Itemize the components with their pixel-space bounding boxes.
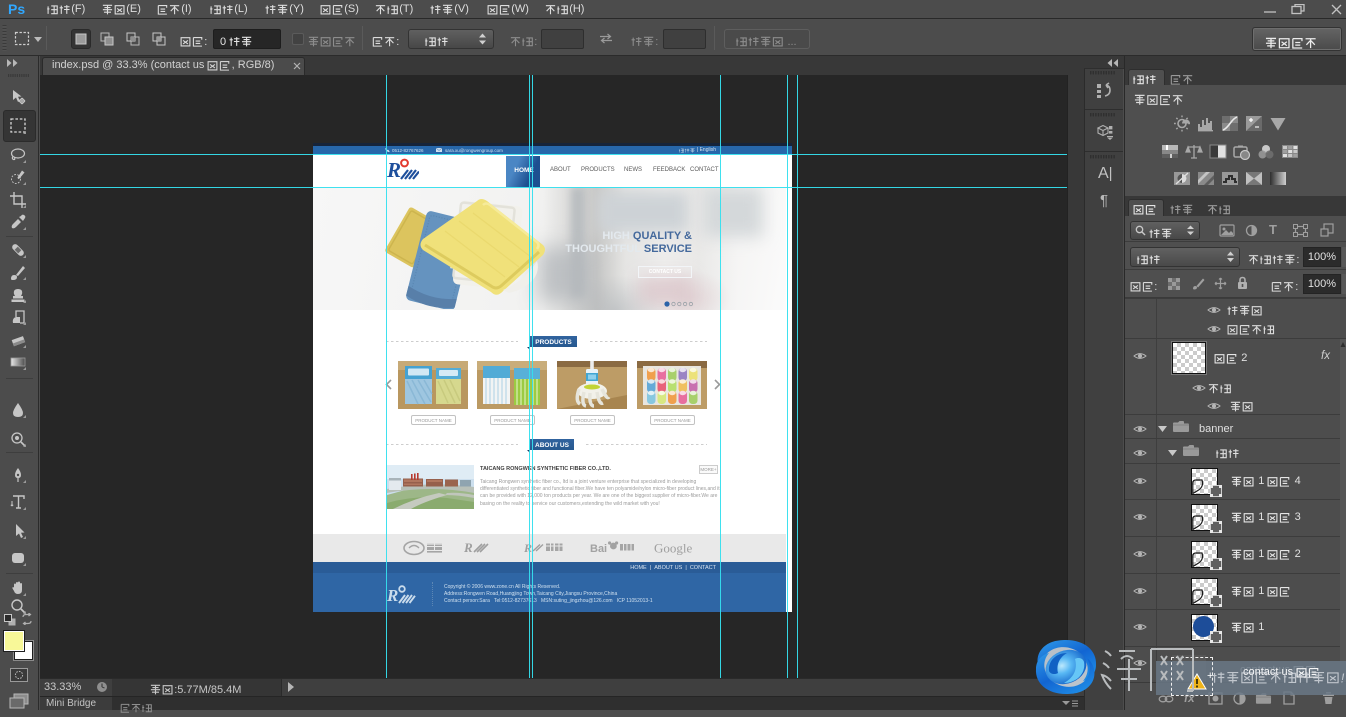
svg-text:Bai: Bai <box>590 543 607 555</box>
svg-text:0512-82767626: 0512-82767626 <box>392 148 424 153</box>
svg-text:R: R <box>387 158 401 180</box>
svg-text:R: R <box>523 541 532 555</box>
svg-text:R: R <box>387 586 398 604</box>
svg-text:R: R <box>463 540 473 555</box>
svg-text:sara.xu@rongwengroup.com: sara.xu@rongwengroup.com <box>445 148 503 153</box>
svg-text:Google: Google <box>654 541 692 556</box>
